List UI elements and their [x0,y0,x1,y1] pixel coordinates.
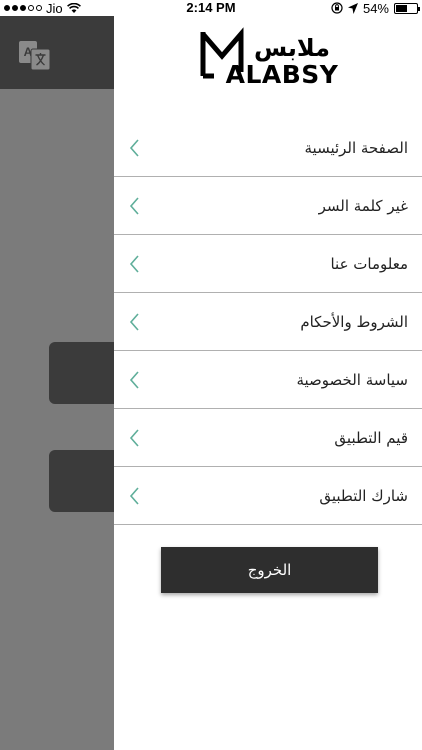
location-icon [347,2,358,14]
logo-arabic-text: ملابس [254,34,330,62]
menu-item-about-us[interactable]: معلومات عنا [114,235,422,293]
menu-item-change-password[interactable]: غير كلمة السر [114,177,422,235]
chevron-left-icon [129,312,139,331]
menu-item-privacy-policy[interactable]: سياسة الخصوصية [114,351,422,409]
background-card [49,342,114,404]
chevron-left-icon [129,486,139,505]
menu-item-terms[interactable]: الشروط والأحكام [114,293,422,351]
battery-percent: 54% [362,0,389,16]
menu-item-label: الشروط والأحكام [300,312,408,331]
translate-icon[interactable]: A [18,40,52,72]
chevron-left-icon [129,370,139,389]
logout-button[interactable]: الخروج [161,547,378,593]
battery-icon [394,2,420,14]
status-right: 54% [331,0,420,16]
status-bar: Jio 2:14 PM 54% [0,0,422,16]
menu-item-label: معلومات عنا [330,254,408,273]
drawer-menu: الصفحة الرئيسية غير كلمة السر معلومات عن… [114,119,422,525]
chevron-left-icon [129,196,139,215]
side-drawer: ملابس ALABSY الصفحة الرئيسية غير كلمة ال… [114,16,422,750]
chevron-left-icon [129,254,139,273]
chevron-left-icon [129,428,139,447]
malabsy-logo: ملابس ALABSY [200,27,339,86]
menu-item-label: الصفحة الرئيسية [304,138,409,157]
menu-item-label: شارك التطبيق [319,486,408,505]
chevron-left-icon [129,138,139,157]
battery-fill [396,4,407,12]
logo-latin-text: ALABSY [226,60,339,86]
menu-item-home[interactable]: الصفحة الرئيسية [114,119,422,177]
menu-item-label: قيم التطبيق [334,428,408,447]
rotation-lock-icon [331,2,343,14]
menu-item-share-app[interactable]: شارك التطبيق [114,467,422,525]
menu-item-rate-app[interactable]: قيم التطبيق [114,409,422,467]
menu-item-label: سياسة الخصوصية [296,370,408,389]
menu-item-label: غير كلمة السر [318,196,408,215]
background-card [49,450,114,512]
